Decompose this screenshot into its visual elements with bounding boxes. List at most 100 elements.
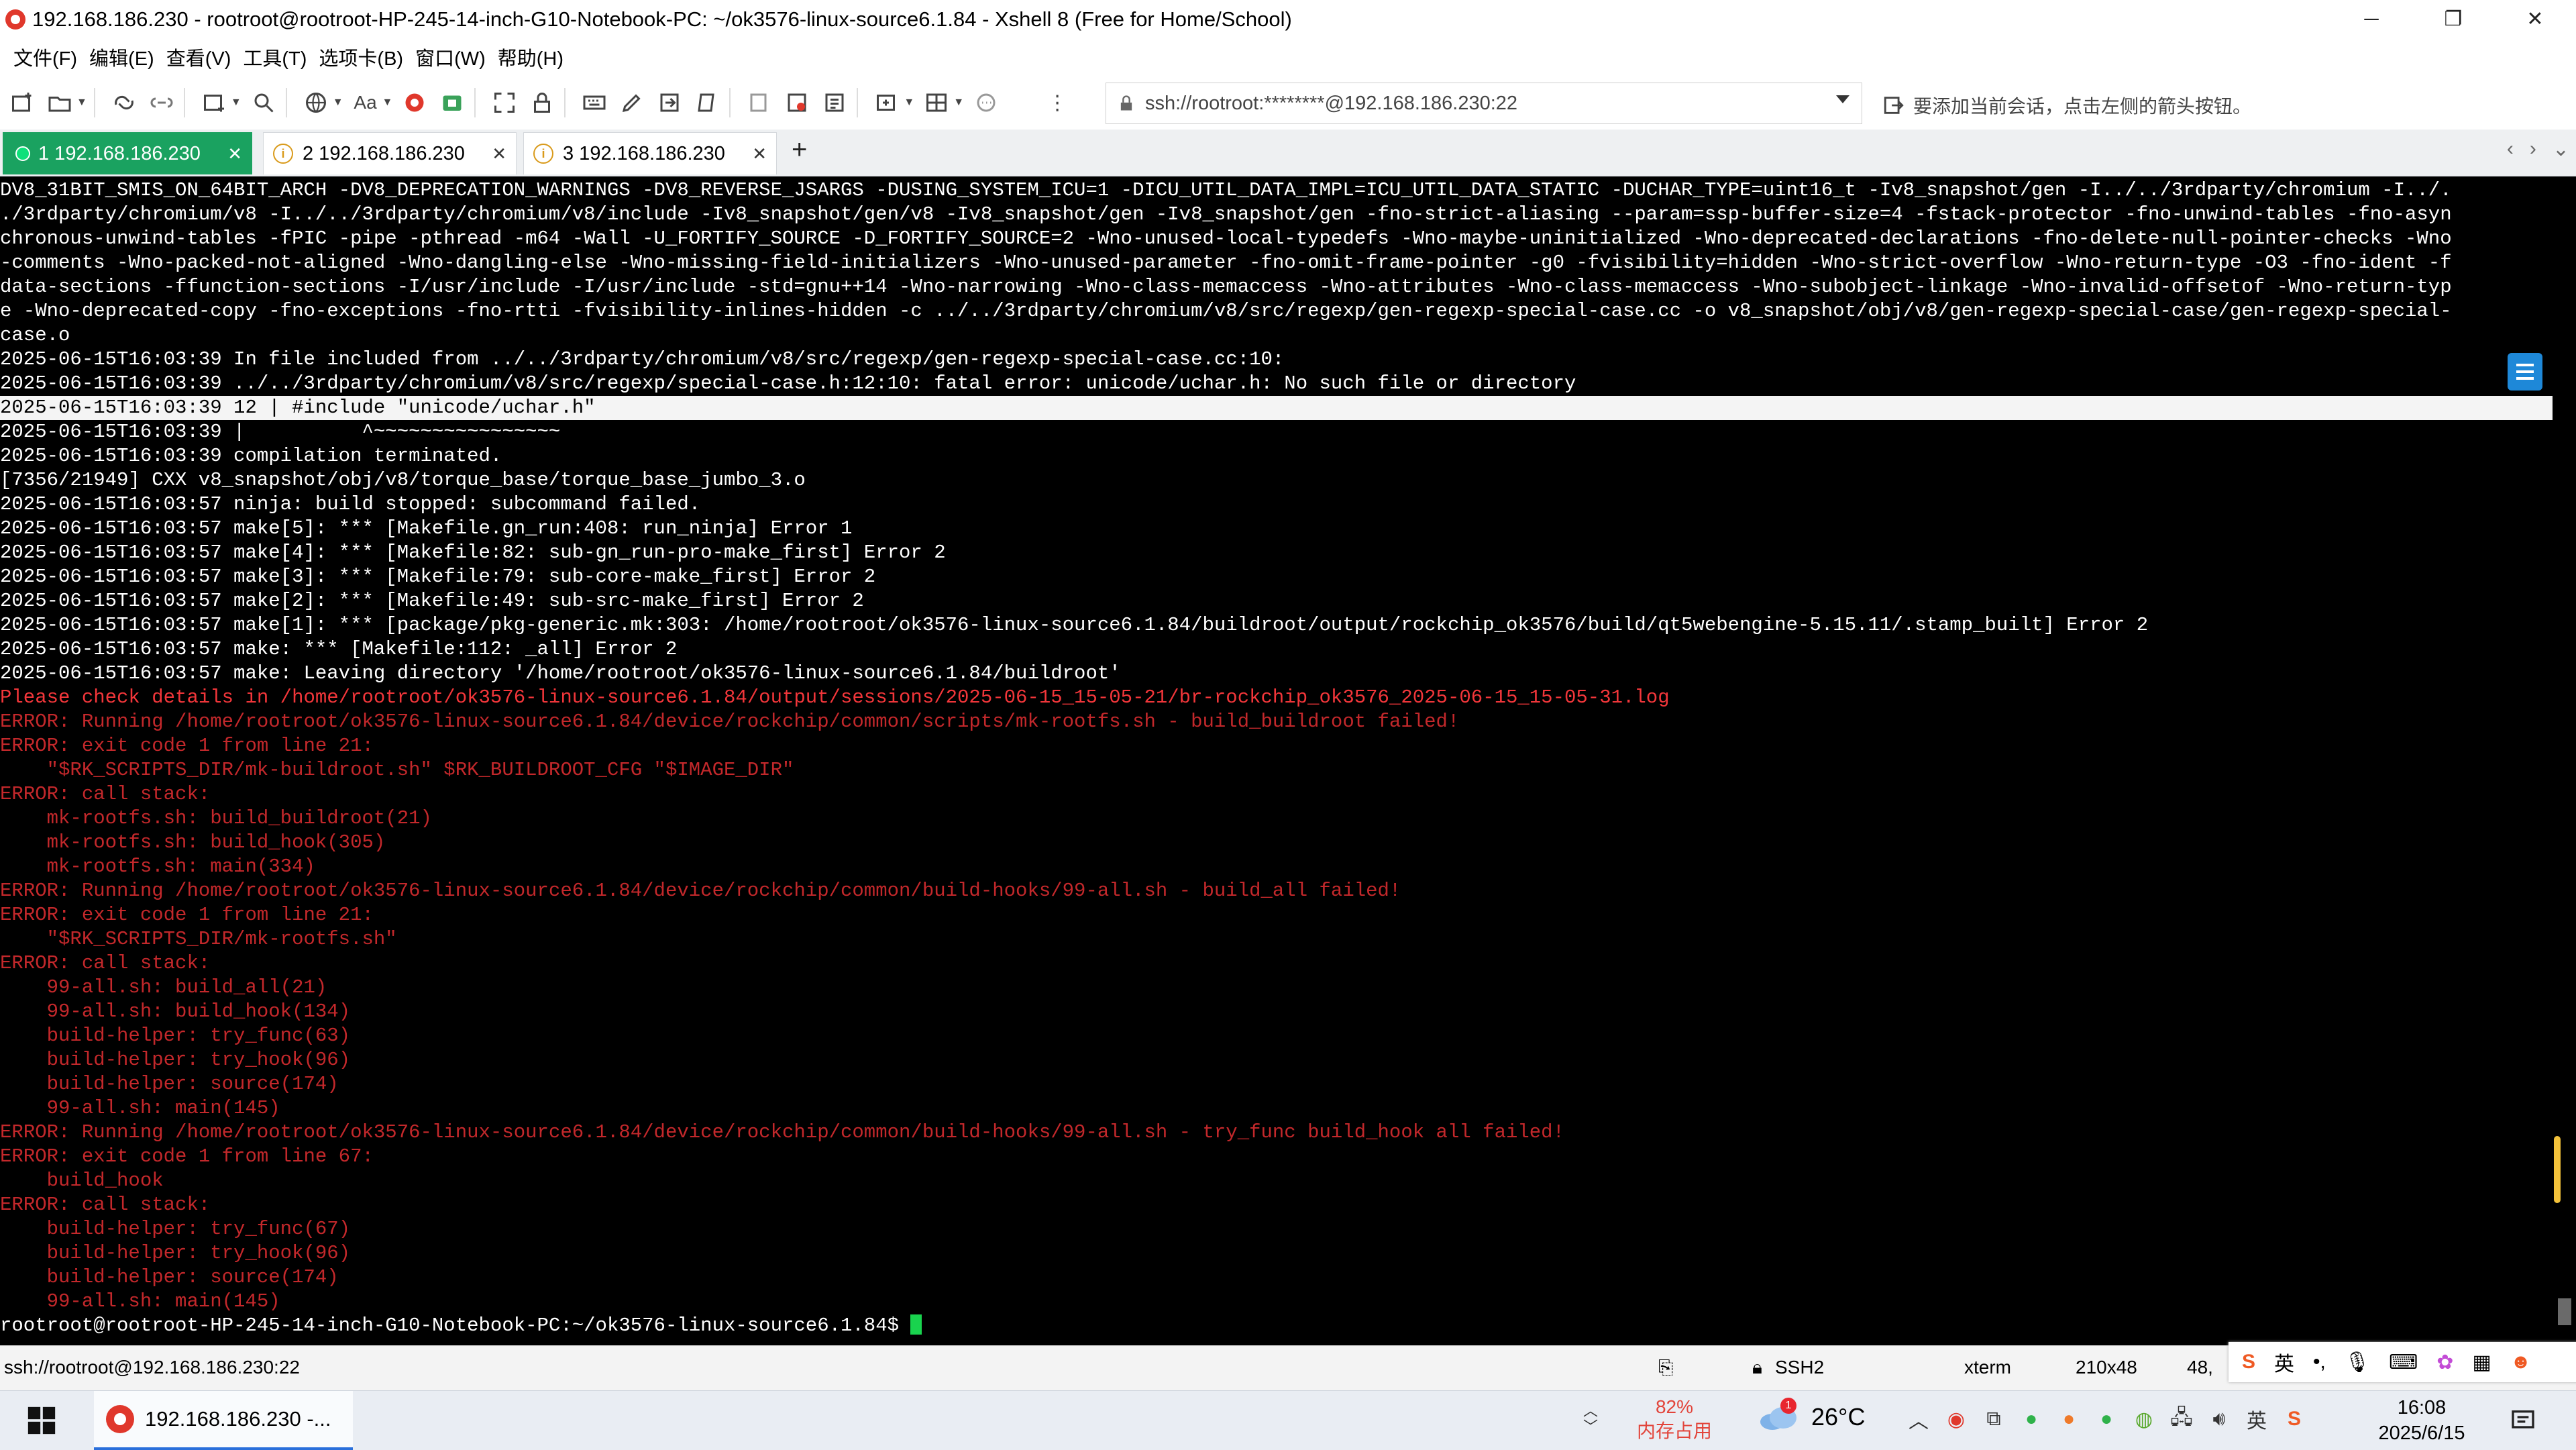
lock-icon[interactable] bbox=[527, 87, 557, 118]
chevron-up-icon[interactable]: ︿ bbox=[1905, 1406, 1932, 1433]
window-title: 192.168.186.230 - rootroot@rootroot-HP-2… bbox=[32, 7, 1292, 31]
transfer-icon[interactable] bbox=[654, 87, 685, 118]
microphone-icon[interactable]: 🎙︎ bbox=[2345, 1351, 2370, 1374]
tab-navigation: ‹ › ⌄ bbox=[2507, 138, 2569, 161]
chevron-down-icon[interactable]: ▼ bbox=[231, 97, 241, 109]
chevron-down-icon[interactable]: ▼ bbox=[382, 97, 393, 109]
terminal-scrollbar[interactable] bbox=[2553, 176, 2576, 1345]
screenshot-icon[interactable]: ⧉ bbox=[1980, 1406, 2007, 1433]
memory-usage[interactable]: 82% 内存占用 bbox=[1634, 1395, 1715, 1443]
ime-tray-icon[interactable]: 英 bbox=[2243, 1406, 2270, 1433]
terminal-line: 2025-06-15T16:03:39 ../../3rdparty/chrom… bbox=[0, 372, 1576, 395]
menu-view[interactable]: 查看(V) bbox=[166, 43, 231, 71]
script-icon[interactable] bbox=[692, 87, 722, 118]
sogou-icon[interactable]: S bbox=[2242, 1351, 2255, 1374]
tab-session-3[interactable]: i 3 192.168.186.230 ✕ bbox=[523, 132, 777, 174]
shell-prompt-line[interactable]: rootroot@rootroot-HP-245-14-inch-G10-Not… bbox=[0, 1314, 2553, 1338]
chevron-down-icon[interactable]: ▼ bbox=[953, 97, 964, 109]
log-icon[interactable] bbox=[744, 87, 775, 118]
tab-list-icon[interactable]: ⌄ bbox=[2553, 138, 2569, 161]
add-session-arrow-icon[interactable] bbox=[1882, 94, 1905, 117]
more-options-icon[interactable]: ⋮ bbox=[1042, 87, 1073, 118]
chevron-down-icon[interactable]: ▼ bbox=[333, 97, 343, 109]
new-session-icon[interactable] bbox=[7, 87, 38, 118]
skin-icon[interactable]: ✿ bbox=[2436, 1351, 2453, 1374]
close-icon[interactable]: ✕ bbox=[752, 144, 767, 164]
chat-icon[interactable] bbox=[971, 87, 1002, 118]
disconnect-icon[interactable] bbox=[146, 87, 177, 118]
security-icon[interactable]: ◍ bbox=[2131, 1406, 2157, 1433]
network-icon[interactable]: 🖧︎ bbox=[2168, 1406, 2195, 1433]
keyboard-icon[interactable]: ⌨︎ bbox=[2389, 1351, 2418, 1374]
layout-icon[interactable] bbox=[921, 87, 952, 118]
tab-next-icon[interactable]: › bbox=[2530, 138, 2536, 161]
scroll-thumb[interactable] bbox=[2554, 1136, 2561, 1203]
minimize-button[interactable]: ─ bbox=[2330, 0, 2412, 38]
menu-tabs[interactable]: 选项卡(B) bbox=[319, 43, 403, 71]
notes-icon[interactable] bbox=[819, 87, 850, 118]
tab-prev-icon[interactable]: ‹ bbox=[2507, 138, 2514, 161]
cloud-icon: 1 bbox=[1758, 1398, 1799, 1431]
status-term: xterm bbox=[1964, 1357, 2011, 1378]
weather-widget[interactable]: 1 26°C bbox=[1758, 1398, 1865, 1431]
menu-window[interactable]: 窗口(W) bbox=[415, 43, 486, 71]
sogou-tray-icon[interactable]: S bbox=[2281, 1406, 2308, 1433]
maximize-button[interactable]: ❐ bbox=[2412, 0, 2494, 38]
terminal-line: ERROR: Running /home/rootroot/ok3576-lin… bbox=[0, 880, 1401, 902]
status-lock-icon: 🔒︎ bbox=[1752, 1357, 1762, 1378]
taskbar-clock[interactable]: 16:08 2025/6/15 bbox=[2361, 1395, 2482, 1446]
app-tray-icon[interactable]: ● bbox=[2055, 1406, 2082, 1433]
ime-lang[interactable]: 英 bbox=[2274, 1347, 2294, 1377]
menu-edit[interactable]: 编辑(E) bbox=[89, 43, 154, 71]
keyboard-icon[interactable] bbox=[579, 87, 610, 118]
menu-tools[interactable]: 工具(T) bbox=[243, 43, 307, 71]
terminal-line: ERROR: call stack: bbox=[0, 1194, 211, 1216]
close-icon[interactable]: ✕ bbox=[492, 144, 506, 164]
notification-icon[interactable] bbox=[2509, 1407, 2537, 1434]
user-icon[interactable]: ☻ bbox=[2510, 1351, 2532, 1374]
tab-session-1[interactable]: 1 192.168.186.230 ✕ bbox=[3, 132, 252, 174]
wechat-work-icon[interactable]: ● bbox=[2093, 1406, 2120, 1433]
globe-icon[interactable] bbox=[301, 87, 331, 118]
record-icon[interactable] bbox=[782, 87, 812, 118]
new-window-icon[interactable] bbox=[871, 87, 902, 118]
tray-scroll-icon[interactable]: ︿ ﹀ bbox=[1583, 1403, 1598, 1435]
clock-date: 2025/6/15 bbox=[2378, 1422, 2465, 1444]
volume-icon[interactable]: 🔊︎ bbox=[2206, 1406, 2233, 1433]
reconnect-icon[interactable] bbox=[109, 87, 140, 118]
media-player-icon[interactable]: ◉ bbox=[1943, 1406, 1970, 1433]
menu-file[interactable]: 文件(F) bbox=[13, 43, 77, 71]
add-tab-button[interactable]: + bbox=[792, 135, 807, 165]
terminal-line: "$RK_SCRIPTS_DIR/mk-rootfs.sh" bbox=[0, 928, 397, 950]
tab-label: 3 192.168.186.230 bbox=[563, 142, 725, 164]
chevron-down-icon[interactable] bbox=[1836, 95, 1849, 103]
windows-start-icon[interactable] bbox=[27, 1406, 56, 1435]
punctuation-icon[interactable]: •, bbox=[2313, 1351, 2326, 1374]
wechat-icon[interactable]: ● bbox=[2018, 1406, 2045, 1433]
toolbox-icon[interactable]: ▦ bbox=[2472, 1351, 2491, 1374]
clock-time: 16:08 bbox=[2397, 1397, 2447, 1418]
address-text[interactable]: ssh://rootroot:********@192.168.186.230:… bbox=[1145, 93, 1517, 115]
search-icon[interactable] bbox=[248, 87, 279, 118]
terminal-output[interactable]: DV8_31BIT_SMIS_ON_64BIT_ARCH -DV8_DEPREC… bbox=[0, 176, 2553, 1345]
close-button[interactable]: ✕ bbox=[2494, 0, 2576, 38]
chevron-down-icon[interactable]: ▼ bbox=[904, 97, 914, 109]
close-icon[interactable]: ✕ bbox=[227, 144, 242, 164]
compose-icon[interactable] bbox=[616, 87, 647, 118]
chevron-down-icon[interactable]: ▼ bbox=[76, 97, 87, 109]
open-folder-icon[interactable] bbox=[44, 87, 75, 118]
terminal-line: ERROR: exit code 1 from line 21: bbox=[0, 735, 374, 757]
scroll-position bbox=[2558, 1298, 2571, 1325]
menu-help[interactable]: 帮助(H) bbox=[498, 43, 564, 71]
xshell-logo-icon[interactable] bbox=[399, 87, 430, 118]
tab-session-2[interactable]: i 2 192.168.186.230 ✕ bbox=[263, 132, 517, 174]
address-bar[interactable]: ssh://rootroot:********@192.168.186.230:… bbox=[1106, 83, 1862, 124]
xftp-icon[interactable] bbox=[437, 87, 468, 118]
fullscreen-icon[interactable] bbox=[489, 87, 520, 118]
quick-commands-icon[interactable] bbox=[2508, 353, 2542, 391]
font-icon[interactable]: Aa bbox=[350, 87, 381, 118]
terminal-line: Please check details in /home/rootroot/o… bbox=[0, 686, 1670, 709]
new-tab-icon[interactable] bbox=[199, 87, 229, 118]
taskbar-xshell-app[interactable]: 192.168.186.230 -... bbox=[94, 1391, 353, 1450]
terminal-line: build-helper: try_hook(96) bbox=[0, 1242, 351, 1264]
